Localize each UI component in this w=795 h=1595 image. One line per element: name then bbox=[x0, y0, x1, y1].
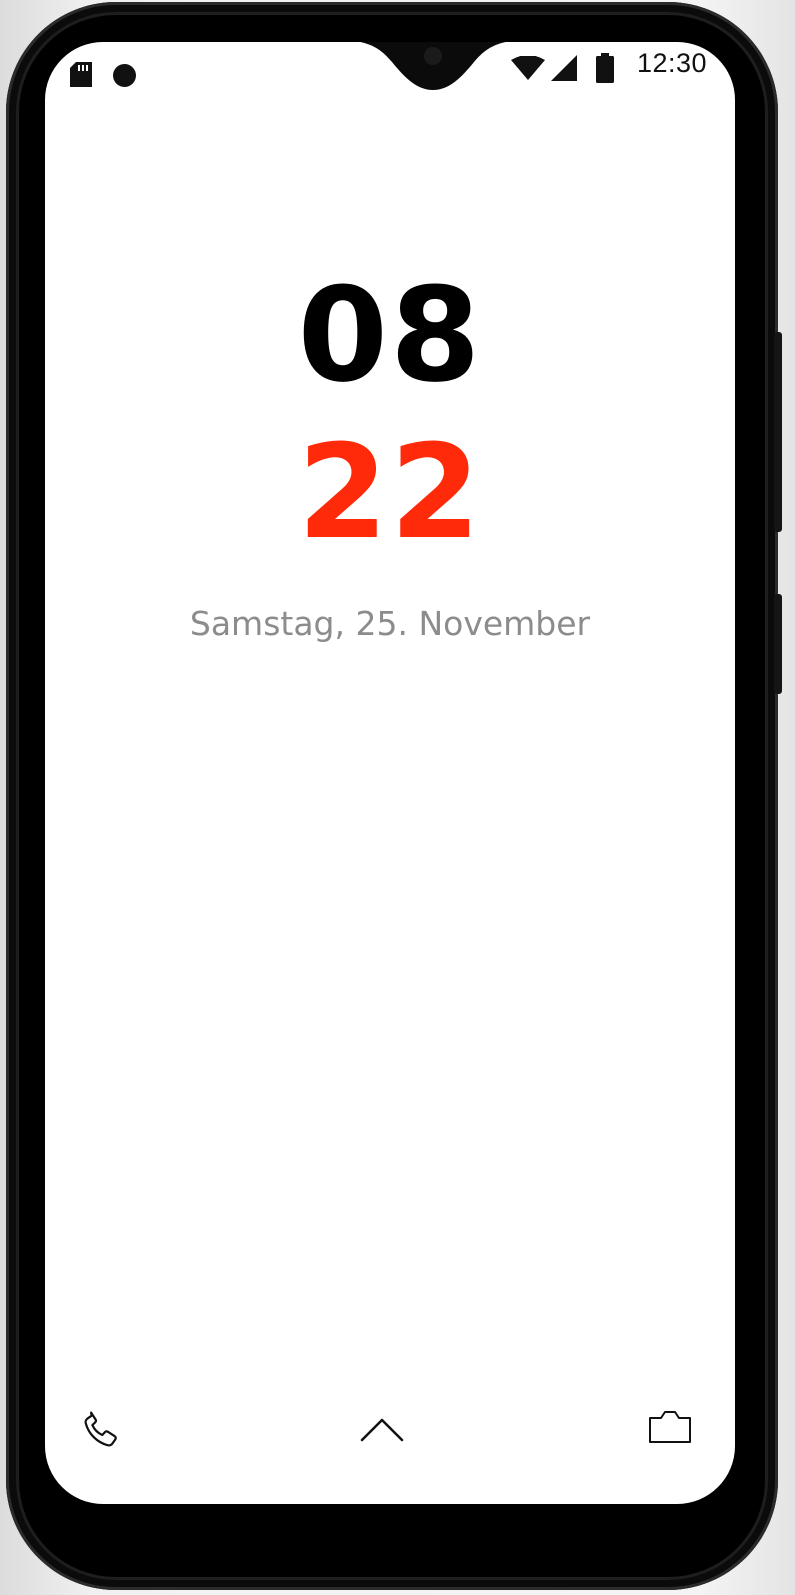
cell-signal-icon bbox=[551, 55, 577, 81]
clock-hours: 08 bbox=[297, 259, 483, 411]
volume-button bbox=[774, 594, 782, 694]
sd-card-icon bbox=[70, 62, 92, 87]
notification-dot-icon bbox=[113, 64, 136, 87]
status-bar: 12:30 bbox=[45, 42, 735, 112]
battery-icon bbox=[596, 53, 614, 83]
wifi-icon bbox=[511, 56, 545, 80]
lock-screen: 12:30 08 22 Samstag, 25. November bbox=[45, 42, 735, 1504]
power-button bbox=[774, 332, 782, 532]
chevron-up-icon[interactable] bbox=[359, 1414, 405, 1444]
camera-icon[interactable] bbox=[647, 1408, 693, 1446]
status-time: 12:30 bbox=[637, 48, 708, 78]
clock-minutes: 22 bbox=[297, 416, 483, 568]
phone-icon[interactable] bbox=[79, 1408, 123, 1452]
lockscreen-date: Samstag, 25. November bbox=[189, 604, 591, 643]
